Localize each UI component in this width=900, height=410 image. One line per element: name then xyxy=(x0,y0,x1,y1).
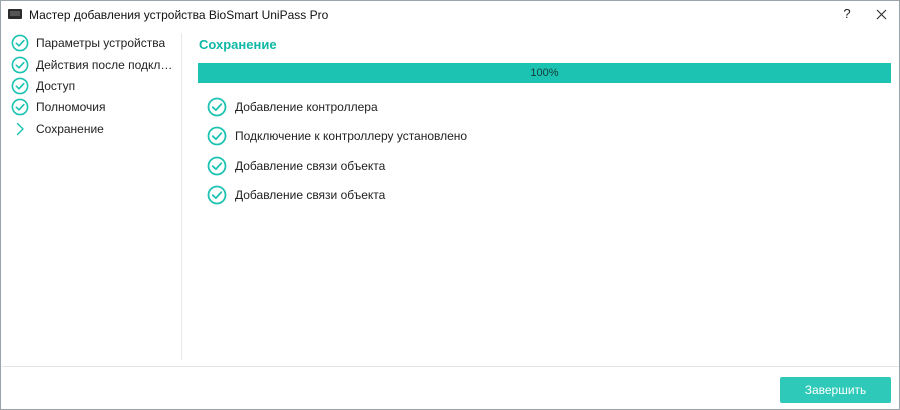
check-circle-icon xyxy=(207,156,227,176)
wizard-steps-sidebar: Параметры устройства Действия после подк… xyxy=(1,31,181,361)
status-item: Добавление связи объекта xyxy=(207,184,385,206)
sidebar-item-permissions[interactable]: Полномочия xyxy=(11,97,179,117)
check-circle-icon xyxy=(207,97,227,117)
finish-button[interactable]: Завершить xyxy=(780,377,891,403)
sidebar-divider xyxy=(181,33,182,360)
sidebar-item-device-parameters[interactable]: Параметры устройства xyxy=(11,33,179,53)
sidebar-item-access[interactable]: Доступ xyxy=(11,76,179,96)
chevron-right-icon xyxy=(16,122,24,136)
check-circle-icon xyxy=(11,34,29,52)
sidebar-item-label: Полномочия xyxy=(36,100,106,114)
status-item: Добавление связи объекта xyxy=(207,155,385,177)
close-button[interactable] xyxy=(863,1,899,29)
window-title: Мастер добавления устройства BioSmart Un… xyxy=(29,8,329,22)
sidebar-item-saving[interactable]: Сохранение xyxy=(11,119,179,139)
check-circle-icon xyxy=(11,98,29,116)
status-item-label: Добавление связи объекта xyxy=(235,159,386,173)
check-circle-icon xyxy=(11,56,29,74)
check-circle-icon xyxy=(207,126,227,146)
wizard-window: Мастер добавления устройства BioSmart Un… xyxy=(0,0,900,410)
status-item-label: Добавление контроллера xyxy=(235,100,378,114)
sidebar-item-label: Доступ xyxy=(36,79,76,93)
progress-bar: 100% xyxy=(198,63,891,83)
check-circle-icon xyxy=(207,185,227,205)
progress-label: 100% xyxy=(530,67,559,79)
help-button[interactable]: ? xyxy=(829,1,865,29)
sidebar-item-label: Параметры устройства xyxy=(36,36,166,50)
status-item-label: Добавление связи объекта xyxy=(235,188,386,202)
page-title: Сохранение xyxy=(199,37,277,52)
sidebar-item-post-connection-actions[interactable]: Действия после подключения xyxy=(11,55,179,75)
title-bar: Мастер добавления устройства BioSmart Un… xyxy=(1,1,899,29)
app-icon xyxy=(8,9,22,19)
status-item-label: Подключение к контроллеру установлено xyxy=(235,129,468,143)
status-item: Добавление контроллера xyxy=(207,96,378,118)
footer-divider xyxy=(2,366,899,367)
close-icon xyxy=(876,9,886,20)
status-item: Подключение к контроллеру установлено xyxy=(207,125,467,147)
sidebar-item-label: Сохранение xyxy=(36,122,104,136)
sidebar-item-label: Действия после подключения xyxy=(36,58,176,72)
check-circle-icon xyxy=(11,77,29,95)
